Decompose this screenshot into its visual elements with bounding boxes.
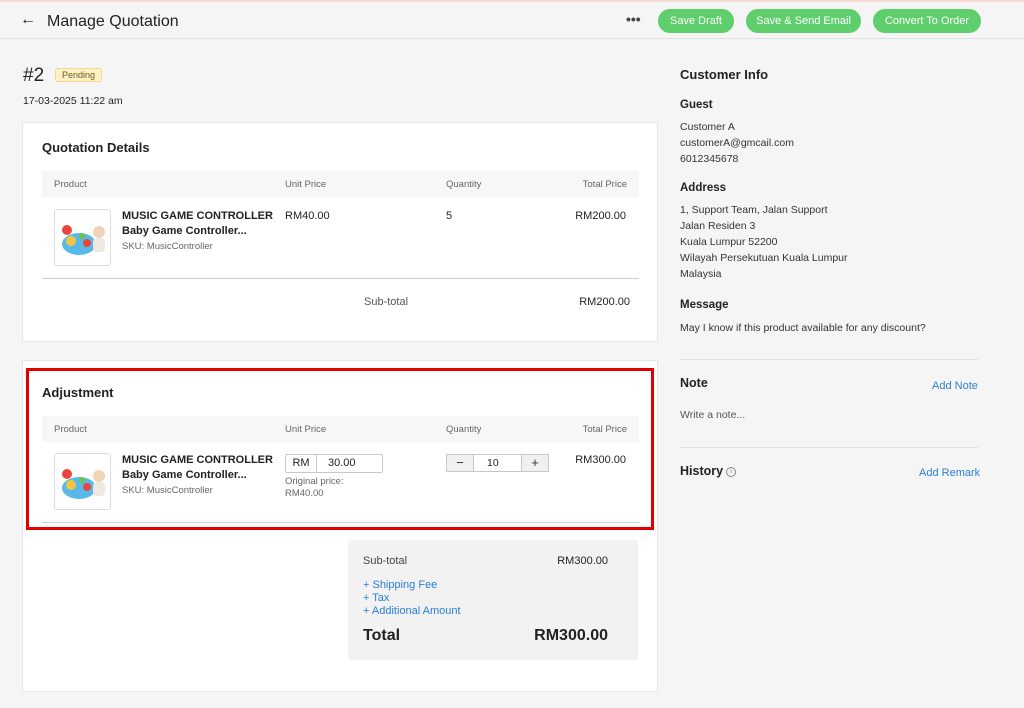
- total-value: RM300.00: [534, 627, 608, 644]
- arrow-left-icon[interactable]: ←: [20, 11, 36, 29]
- divider: [680, 447, 978, 448]
- product-thumbnail[interactable]: [54, 209, 111, 266]
- message-label: Message: [680, 299, 729, 311]
- product-name: MUSIC GAME CONTROLLER Baby Game Controll…: [122, 210, 273, 237]
- product-sku: SKU: MusicController: [122, 241, 213, 252]
- note-input[interactable]: Write a note...: [680, 409, 745, 421]
- save-draft-button[interactable]: Save Draft: [658, 9, 734, 33]
- customer-email: customerA@gmcail.com: [680, 137, 794, 149]
- add-tax-link[interactable]: + Tax: [363, 592, 389, 604]
- customer-message: May I know if this product available for…: [680, 322, 926, 334]
- subtotal-value: RM300.00: [557, 555, 608, 567]
- subtotal-value: RM200.00: [579, 296, 630, 308]
- page-header: ← Manage Quotation ••• Save Draft Save &…: [0, 2, 1024, 39]
- col-unit-price: Unit Price: [285, 179, 327, 190]
- address-line: Malaysia: [680, 268, 722, 280]
- divider: [680, 359, 978, 360]
- address-line: 1, Support Team, Jalan Support: [680, 204, 828, 216]
- subtotal-label: Sub-total: [363, 555, 408, 567]
- more-dots-icon[interactable]: •••: [626, 11, 641, 27]
- quotation-date: 17-03-2025 11:22 am: [23, 95, 123, 107]
- add-additional-amount-link[interactable]: + Additional Amount: [363, 605, 461, 617]
- add-note-link[interactable]: Add Note: [932, 380, 978, 392]
- subtotal-label: Sub-total: [364, 296, 409, 308]
- divider: [42, 278, 639, 279]
- unit-price: RM40.00: [285, 210, 330, 222]
- total-label: Total: [363, 627, 401, 644]
- info-icon[interactable]: i: [726, 466, 737, 477]
- status-badge: Pending: [55, 68, 103, 82]
- customer-name: Customer A: [680, 121, 735, 133]
- address-line: Jalan Residen 3: [680, 220, 756, 232]
- quotation-number: #2: [23, 65, 45, 86]
- save-send-email-button[interactable]: Save & Send Email: [746, 9, 861, 33]
- table-header: Product Unit Price Quantity Total Price: [42, 171, 639, 197]
- convert-to-order-button[interactable]: Convert To Order: [873, 9, 981, 33]
- total-price: RM200.00: [575, 210, 626, 222]
- guest-label: Guest: [680, 99, 713, 111]
- address-line: Wilayah Persekutuan Kuala Lumpur: [680, 252, 848, 264]
- page-title: Manage Quotation: [47, 13, 179, 30]
- col-quantity: Quantity: [446, 179, 482, 190]
- col-total-price: Total Price: [582, 179, 627, 190]
- customer-phone: 6012345678: [680, 153, 739, 165]
- quotation-details-card: Quotation Details Product Unit Price Qua…: [22, 122, 658, 342]
- add-shipping-fee-link[interactable]: + Shipping Fee: [363, 579, 437, 591]
- quantity: 5: [446, 210, 453, 222]
- card-title: Quotation Details: [42, 140, 150, 155]
- customer-info-title: Customer Info: [680, 67, 769, 82]
- highlight-box: [26, 368, 654, 530]
- col-product: Product: [54, 179, 87, 190]
- note-label: Note: [680, 376, 708, 390]
- history-label: History i: [680, 464, 737, 478]
- address-label: Address: [680, 182, 727, 194]
- order-summary: Sub-total RM300.00 + Shipping Fee + Tax …: [348, 540, 638, 660]
- add-remark-link[interactable]: Add Remark: [919, 467, 980, 479]
- address-line: Kuala Lumpur 52200: [680, 236, 778, 248]
